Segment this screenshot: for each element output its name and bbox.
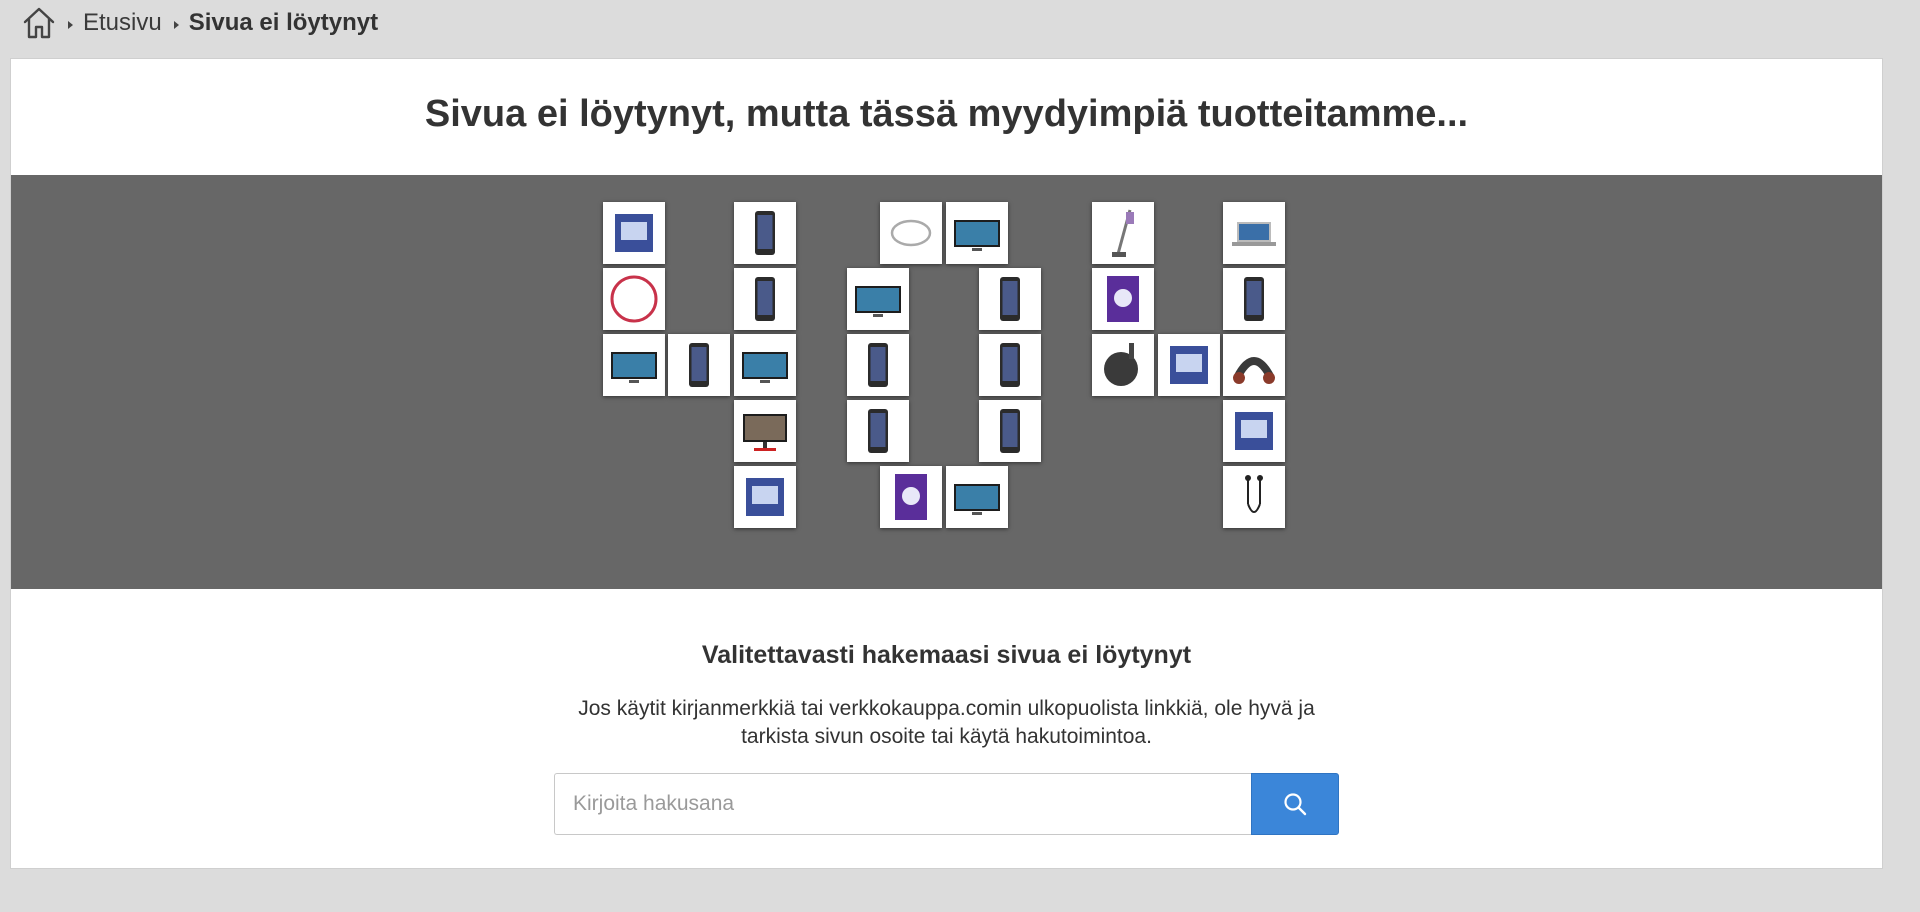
laptop-icon: [1232, 222, 1276, 246]
hoop-icon: [610, 275, 658, 323]
earphones-icon: [1245, 475, 1263, 513]
tv-icon: [954, 484, 1000, 515]
home-icon[interactable]: [22, 6, 56, 40]
smartphone-icon: [1000, 343, 1020, 387]
product-iphone-green[interactable]: [847, 400, 909, 462]
game-case-icon: [895, 474, 927, 520]
search-input[interactable]: [554, 773, 1251, 835]
product-smartphone-grey[interactable]: [734, 268, 796, 330]
product-smartphone-black[interactable]: [734, 202, 796, 264]
product-switch-game[interactable]: [1092, 268, 1154, 330]
smartphone-icon: [868, 409, 888, 453]
product-neck-massager[interactable]: [1223, 334, 1285, 396]
product-smartphone-blue[interactable]: [1223, 268, 1285, 330]
smartphone-icon: [1000, 277, 1020, 321]
product-earphones[interactable]: [1223, 466, 1285, 528]
product-console-bundle[interactable]: [1158, 334, 1220, 396]
game-case-icon: [1107, 276, 1139, 322]
smartphone-icon: [868, 343, 888, 387]
product-iphone-pro[interactable]: [979, 268, 1041, 330]
monitor-icon: [743, 414, 787, 451]
product-monitor[interactable]: [734, 400, 796, 462]
product-galaxy-a10[interactable]: [979, 400, 1041, 462]
breadcrumb-current: Sivua ei löytynyt: [188, 9, 379, 36]
product-uhd-tv[interactable]: [946, 466, 1008, 528]
tv-icon: [611, 352, 657, 383]
product-ps4-game[interactable]: [880, 466, 942, 528]
vacuum-icon: [1112, 209, 1134, 257]
massager-icon: [1233, 357, 1275, 384]
smartphone-icon: [1244, 277, 1264, 321]
not-found-message: Jos käytit kirjanmerkkiä tai verkkokaupp…: [578, 697, 1315, 748]
product-tv-bundle[interactable]: [1223, 400, 1285, 462]
product-bracelet[interactable]: [880, 202, 942, 264]
product-tv-offer[interactable]: [734, 334, 796, 396]
device-box-icon: [1170, 346, 1208, 384]
page-title: Sivua ei löytynyt, mutta tässä myydyimpi…: [424, 93, 1469, 135]
device-box-icon: [615, 214, 653, 252]
product-home-automation-kit[interactable]: [603, 202, 665, 264]
breadcrumb-home-link[interactable]: Etusivu: [83, 9, 162, 37]
tv-icon: [855, 286, 901, 317]
device-box-icon: [746, 478, 784, 516]
product-4k-tv[interactable]: [847, 268, 909, 330]
product-tv-small[interactable]: [603, 334, 665, 396]
dongle-icon: [1104, 343, 1138, 386]
search-icon: [1284, 793, 1307, 816]
search-button[interactable]: [1251, 773, 1339, 835]
product-galaxy-blue[interactable]: [979, 334, 1041, 396]
product-laptop[interactable]: [1223, 202, 1285, 264]
chevron-right-icon: [173, 20, 179, 29]
product-chromecast[interactable]: [1092, 334, 1154, 396]
product-phone-pink[interactable]: [668, 334, 730, 396]
404-product-banner: [11, 175, 1882, 589]
product-stick-vacuum[interactable]: [1092, 202, 1154, 264]
tv-icon: [954, 220, 1000, 251]
not-found-heading: Valitettavasti hakemaasi sivua ei löytyn…: [701, 641, 1192, 669]
chevron-right-icon: [68, 20, 73, 29]
breadcrumb: Etusivu Sivua ei löytynyt: [22, 5, 378, 41]
content-card: Sivua ei löytynyt, mutta tässä myydyimpi…: [10, 58, 1883, 869]
product-galaxy-purple[interactable]: [847, 334, 909, 396]
smartphone-icon: [689, 343, 709, 387]
product-hula-hoop[interactable]: [603, 268, 665, 330]
device-box-icon: [1235, 412, 1273, 450]
bracelet-icon: [890, 219, 932, 247]
product-vr-headset-box[interactable]: [734, 466, 796, 528]
smartphone-icon: [1000, 409, 1020, 453]
product-tv[interactable]: [946, 202, 1008, 264]
tv-icon: [742, 352, 788, 383]
smartphone-icon: [755, 277, 775, 321]
smartphone-icon: [755, 211, 775, 255]
